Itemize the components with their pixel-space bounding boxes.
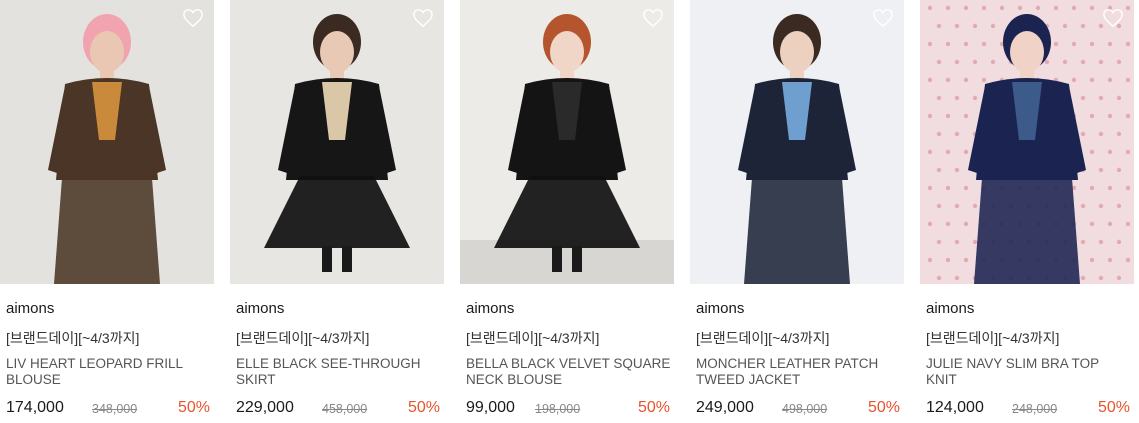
promo-label: [브랜드데이][~4/3까지] <box>926 330 1060 346</box>
promo-label: [브랜드데이][~4/3까지] <box>6 330 140 346</box>
product-title[interactable]: JULIE NAVY SLIM BRA TOP KNIT <box>926 356 1132 388</box>
wishlist-heart-icon[interactable] <box>1102 8 1124 28</box>
price-row: 229,000 458,000 50% <box>236 399 440 421</box>
original-price: 248,000 <box>1012 402 1058 416</box>
brand-name[interactable]: aimons <box>696 300 744 317</box>
product-card[interactable]: aimons [브랜드데이][~4/3까지] ELLE BLACK SEE-THRO… <box>230 0 444 423</box>
product-card[interactable]: aimons [브랜드데이][~4/3까지] MONCHER LEATHER PAT… <box>690 0 904 423</box>
price-row: 99,000 198,000 50% <box>466 399 670 421</box>
wishlist-heart-icon[interactable] <box>872 8 894 28</box>
original-price: 198,000 <box>535 402 581 416</box>
sale-price: 174,000 <box>6 399 64 416</box>
discount-rate: 50% <box>637 399 670 416</box>
price-row: 174,000 348,000 50% <box>6 399 210 421</box>
product-title[interactable]: BELLA BLACK VELVET SQUARE NECK BLOUSE <box>466 356 672 388</box>
wishlist-heart-icon[interactable] <box>182 8 204 28</box>
brand-name[interactable]: aimons <box>236 300 284 317</box>
brand-name[interactable]: aimons <box>926 300 974 317</box>
product-image[interactable] <box>460 0 674 284</box>
model-illustration <box>460 0 674 284</box>
model-illustration <box>230 0 444 284</box>
original-price: 348,000 <box>92 402 138 416</box>
sale-price: 229,000 <box>236 399 294 416</box>
product-image[interactable] <box>230 0 444 284</box>
product-card[interactable]: aimons [브랜드데이][~4/3까지] LIV HEART LEOPARD F… <box>0 0 214 423</box>
product-title[interactable]: LIV HEART LEOPARD FRILL BLOUSE <box>6 356 212 388</box>
product-title[interactable]: MONCHER LEATHER PATCH TWEED JACKET <box>696 356 902 388</box>
price-row: 124,000 248,000 50% <box>926 399 1130 421</box>
model-illustration <box>690 0 904 284</box>
original-price: 498,000 <box>782 402 828 416</box>
model-illustration <box>0 0 214 284</box>
discount-rate: 50% <box>177 399 210 416</box>
promo-label: [브랜드데이][~4/3까지] <box>696 330 830 346</box>
sale-price: 99,000 <box>466 399 515 416</box>
wishlist-heart-icon[interactable] <box>642 8 664 28</box>
discount-rate: 50% <box>1097 399 1130 416</box>
model-illustration <box>920 0 1134 284</box>
brand-name[interactable]: aimons <box>6 300 54 317</box>
sale-price: 124,000 <box>926 399 984 416</box>
product-image[interactable] <box>920 0 1134 284</box>
product-image[interactable] <box>690 0 904 284</box>
discount-rate: 50% <box>407 399 440 416</box>
wishlist-heart-icon[interactable] <box>412 8 434 28</box>
product-card[interactable]: aimons [브랜드데이][~4/3까지] BELLA BLACK VELVET … <box>460 0 674 423</box>
promo-label: [브랜드데이][~4/3까지] <box>466 330 600 346</box>
product-image[interactable] <box>0 0 214 284</box>
sale-price: 249,000 <box>696 399 754 416</box>
brand-name[interactable]: aimons <box>466 300 514 317</box>
product-title[interactable]: ELLE BLACK SEE-THROUGH SKIRT <box>236 356 442 388</box>
product-grid: aimons [브랜드데이][~4/3까지] LIV HEART LEOPARD F… <box>0 0 1139 423</box>
original-price: 458,000 <box>322 402 368 416</box>
promo-label: [브랜드데이][~4/3까지] <box>236 330 370 346</box>
price-row: 249,000 498,000 50% <box>696 399 900 421</box>
product-card[interactable]: aimons [브랜드데이][~4/3까지] JULIE NAVY SLIM BRA… <box>920 0 1134 423</box>
discount-rate: 50% <box>867 399 900 416</box>
